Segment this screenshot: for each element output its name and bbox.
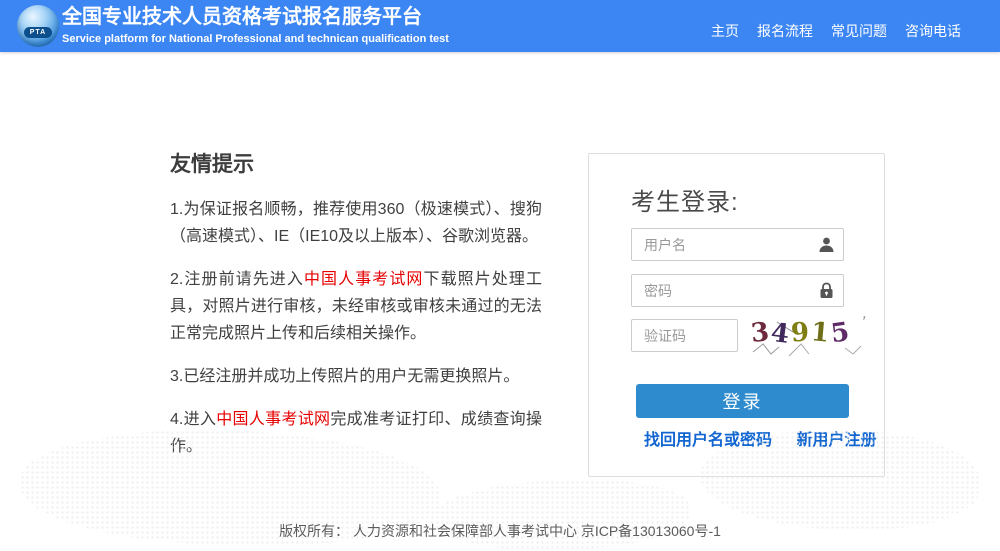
password-input[interactable] <box>632 275 843 306</box>
header-titles: 全国专业技术人员资格考试报名服务平台 Service platform for … <box>62 4 449 46</box>
captcha-field-wrap <box>631 319 738 352</box>
tip-1-text: 1.为保证报名顺畅，推荐使用360（极速模式）、搜狗（高速模式）、IE（IE10… <box>170 201 542 245</box>
user-icon <box>818 236 835 253</box>
captcha-digit: 5 <box>829 316 854 350</box>
username-input[interactable] <box>632 229 843 260</box>
tip-4-cpta-link[interactable]: 中国人事考试网 <box>216 411 330 428</box>
tip-4: 4.进入中国人事考试网完成准考证打印、成绩查询操作。 <box>170 406 542 460</box>
login-links: 找回用户名或密码 新用户注册 <box>644 426 876 450</box>
captcha-input[interactable] <box>632 320 737 351</box>
nav-faq[interactable]: 常见问题 <box>831 21 887 41</box>
footer: 版权所有： 人力资源和社会保障部人事考试中心 京ICP备13013060号-1 <box>0 521 1000 541</box>
username-field-wrap <box>631 228 844 261</box>
tip-2-cpta-link[interactable]: 中国人事考试网 <box>304 271 424 288</box>
captcha-digit: 9 <box>790 317 813 349</box>
nav-home[interactable]: 主页 <box>711 21 739 41</box>
login-panel: 考生登录: 34915 ’ 登录 找回用户名或密码 新用户注册 <box>588 153 885 477</box>
tip-1: 1.为保证报名顺畅，推荐使用360（极速模式）、搜狗（高速模式）、IE（IE10… <box>170 196 542 250</box>
tip-2-text-pre: 2.注册前请先进入 <box>170 271 304 288</box>
tips-heading: 友情提示 <box>170 153 254 176</box>
captcha-digits: 34915 <box>749 316 854 351</box>
tip-3: 3.已经注册并成功上传照片的用户无需更换照片。 <box>170 363 542 390</box>
forgot-password-link[interactable]: 找回用户名或密码 <box>644 432 772 449</box>
captcha-image[interactable]: 34915 ’ <box>749 314 867 358</box>
login-button[interactable]: 登录 <box>636 384 849 418</box>
logo-text: PTA <box>29 29 47 36</box>
nav-phone[interactable]: 咨询电话 <box>905 21 961 41</box>
password-field-wrap <box>631 274 844 307</box>
tip-4-text-pre: 4.进入 <box>170 411 217 428</box>
header: PTA 全国专业技术人员资格考试报名服务平台 Service platform … <box>0 0 1000 52</box>
tips-section: 友情提示 1.为保证报名顺畅，推荐使用360（极速模式）、搜狗（高速模式）、IE… <box>170 148 542 476</box>
page-title: 全国专业技术人员资格考试报名服务平台 <box>62 6 422 28</box>
register-link[interactable]: 新用户注册 <box>796 432 876 449</box>
logo-pta-badge: PTA <box>24 27 52 38</box>
nav-registration-process[interactable]: 报名流程 <box>757 21 813 41</box>
page-subtitle: Service platform for National Profession… <box>62 33 449 45</box>
login-heading: 考生登录: <box>631 189 739 216</box>
tip-2: 2.注册前请先进入中国人事考试网下载照片处理工具，对照片进行审核，未经审核或审核… <box>170 266 542 347</box>
captcha-digit: 4 <box>769 317 793 351</box>
lock-icon <box>818 282 835 299</box>
app-logo: PTA <box>17 5 59 47</box>
top-nav: 主页 报名流程 常见问题 咨询电话 <box>711 0 961 52</box>
copyright-text: 版权所有： 人力资源和社会保障部人事考试中心 京ICP备13013060号-1 <box>279 523 721 539</box>
tip-3-text: 3.已经注册并成功上传照片的用户无需更换照片。 <box>170 368 520 385</box>
